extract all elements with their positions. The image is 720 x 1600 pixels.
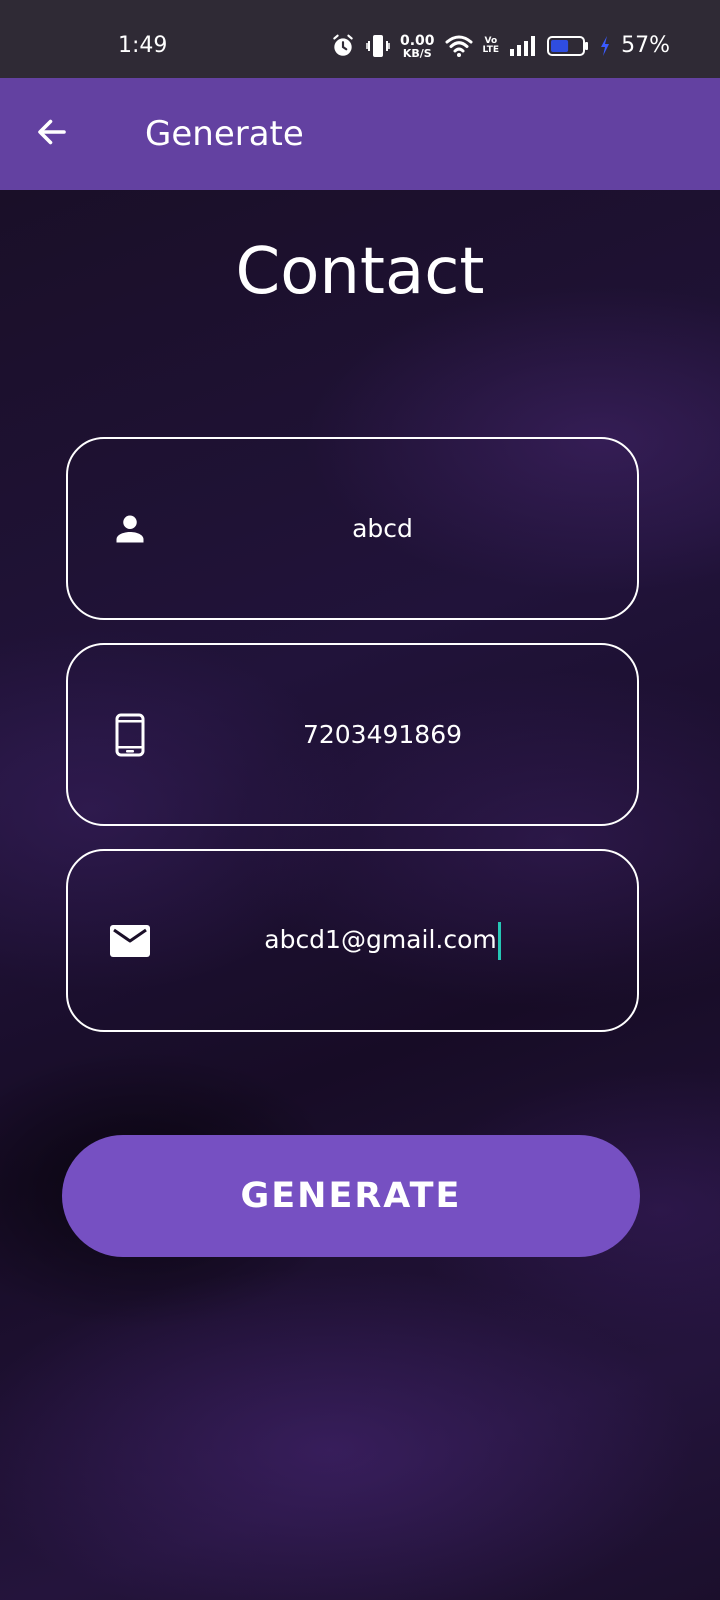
volte-bottom: LTE bbox=[482, 45, 500, 55]
app-bar: Generate bbox=[0, 78, 720, 190]
alarm-icon bbox=[330, 33, 356, 59]
battery-icon bbox=[547, 35, 589, 57]
battery-percent: 57% bbox=[621, 33, 670, 58]
vibrate-icon bbox=[366, 33, 390, 59]
email-value-wrapper: abcd1@gmail.com bbox=[168, 921, 597, 960]
volte-indicator: Vo LTE bbox=[483, 37, 500, 55]
charging-icon bbox=[599, 35, 611, 57]
person-icon bbox=[108, 507, 152, 551]
app-bar-title: Generate bbox=[145, 114, 304, 154]
status-bar: 1:49 0.00 KB/S Vo LTE 57% bbox=[0, 0, 720, 78]
net-speed-value: 0.00 bbox=[400, 32, 435, 49]
phone-icon bbox=[108, 713, 152, 757]
status-time: 1:49 bbox=[118, 33, 168, 58]
net-speed-unit: KB/S bbox=[402, 46, 432, 60]
generate-button[interactable]: GENERATE bbox=[62, 1135, 640, 1257]
wifi-icon bbox=[445, 34, 473, 58]
email-field[interactable]: abcd1@gmail.com bbox=[66, 849, 639, 1032]
back-button[interactable] bbox=[30, 112, 74, 156]
name-value: abcd bbox=[352, 513, 413, 543]
page-title: Contact bbox=[235, 235, 485, 309]
contact-form: Contact abcd 7203491869 abcd1@gmail.com … bbox=[0, 190, 720, 1600]
phone-value: 7203491869 bbox=[302, 719, 463, 749]
status-icons: 0.00 KB/S Vo LTE 57% bbox=[330, 30, 670, 62]
net-speed: 0.00 KB/S bbox=[400, 34, 435, 59]
arrow-left-icon bbox=[34, 114, 70, 154]
signal-icon bbox=[509, 35, 537, 57]
mail-icon bbox=[108, 919, 152, 963]
phone-field[interactable]: 7203491869 bbox=[66, 643, 639, 826]
text-caret bbox=[497, 921, 501, 960]
name-field[interactable]: abcd bbox=[66, 437, 639, 620]
email-value: abcd1@gmail.com bbox=[264, 924, 497, 954]
